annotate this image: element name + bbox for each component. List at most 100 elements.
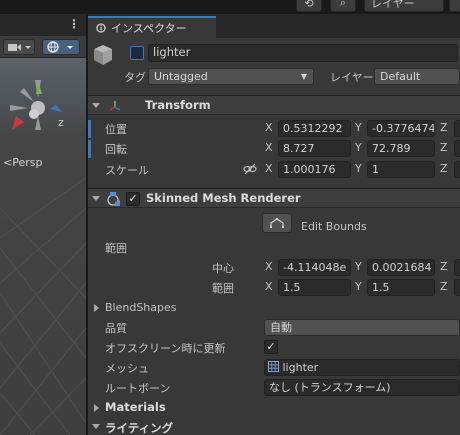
skinned-mesh-icon xyxy=(107,192,120,206)
position-y-field[interactable]: -0.3776474 xyxy=(367,120,435,137)
camera-dropdown[interactable] xyxy=(3,39,35,55)
position-z-axis: Z xyxy=(440,121,448,134)
extent-label: 範囲 xyxy=(212,282,234,295)
rotation-z-field[interactable] xyxy=(454,140,460,157)
rotation-y-field[interactable]: 72.789 xyxy=(367,140,435,157)
renderer-title: Skinned Mesh Renderer xyxy=(146,191,301,205)
scale-x-field[interactable]: 1.000176 xyxy=(278,161,351,178)
mesh-object-value: lighter xyxy=(282,361,319,374)
position-z-field[interactable] xyxy=(454,120,460,137)
mesh-object-field[interactable]: lighter xyxy=(264,359,460,376)
lighting-label[interactable]: ライティング xyxy=(105,420,173,435)
mesh-label: メッシュ xyxy=(105,362,149,375)
renderer-enabled-checkbox[interactable]: ✓ xyxy=(126,192,140,206)
override-indicator xyxy=(88,120,91,138)
materials-label[interactable]: Materials xyxy=(105,400,166,414)
layer-label: レイヤー xyxy=(330,71,374,84)
offscreen-checkbox[interactable]: ✓ xyxy=(264,340,278,354)
history-icon: ⟲ xyxy=(304,0,314,10)
history-button[interactable]: ⟲ xyxy=(296,0,322,12)
orientation-gizmo-icon[interactable] xyxy=(2,72,74,144)
scale-x-axis: X xyxy=(265,162,273,175)
layers-dropdown-label: レイヤー xyxy=(371,0,415,10)
position-y-axis: Y xyxy=(355,121,362,134)
inspector-panel: lighter タグ Untagged ▼ レイヤー Default Trans… xyxy=(88,38,460,435)
rotation-x-axis: X xyxy=(265,141,273,154)
mesh-grid-icon xyxy=(268,361,279,372)
root-bone-field[interactable]: なし (トランスフォーム) xyxy=(264,379,460,396)
layout-button[interactable] xyxy=(449,0,460,12)
camera-icon xyxy=(8,44,31,51)
gizmo-z-label: z xyxy=(58,116,64,129)
extent-y-field[interactable]: 1.5 xyxy=(367,279,435,296)
transform-title: Transform xyxy=(145,98,211,112)
scale-y-field[interactable]: 1 xyxy=(367,161,435,178)
bounds-label: 範囲 xyxy=(105,242,127,255)
rotation-label: 回転 xyxy=(105,143,127,156)
transform-fold-icon[interactable] xyxy=(92,103,100,108)
scene-tab-bar: ⋮ xyxy=(0,14,86,36)
rotation-z-axis: Z xyxy=(440,141,448,154)
globe-icon xyxy=(47,41,73,53)
extent-x-field[interactable]: 1.5 xyxy=(278,279,351,296)
rotation-x-field[interactable]: 8.727 xyxy=(278,140,351,157)
more-options-icon[interactable]: ⋮ xyxy=(68,17,80,31)
lighting-fold-icon[interactable] xyxy=(92,424,100,429)
search-button[interactable]: ⌕ xyxy=(330,0,356,12)
blendshapes-label[interactable]: BlendShapes xyxy=(105,301,177,314)
position-x-axis: X xyxy=(265,121,273,134)
rotation-y-axis: Y xyxy=(355,141,362,154)
blendshapes-fold-icon[interactable] xyxy=(94,304,99,312)
tab-inspector-label: インスペクター xyxy=(111,22,187,35)
transform-axes-icon xyxy=(109,101,121,111)
center-x-field[interactable]: -4.114048e xyxy=(278,259,351,276)
layers-dropdown[interactable]: レイヤー xyxy=(364,0,444,12)
materials-fold-icon[interactable] xyxy=(94,404,99,412)
position-label: 位置 xyxy=(105,123,127,136)
scene-viewport[interactable]: z <Persp xyxy=(0,58,86,435)
position-x-field[interactable]: 0.5312292 xyxy=(278,120,351,137)
chevron-down-icon: ▼ xyxy=(300,72,307,81)
root-bone-label: ルートボーン xyxy=(105,382,171,395)
edit-bounds-label: Edit Bounds xyxy=(301,220,367,233)
edit-bounds-icon xyxy=(270,218,284,228)
quality-label: 品質 xyxy=(105,322,127,335)
top-toolbar: ⟲ ⌕ レイヤー xyxy=(0,0,460,14)
override-indicator xyxy=(88,140,91,158)
info-icon xyxy=(96,23,106,33)
search-icon: ⌕ xyxy=(339,0,347,9)
object-name-field[interactable]: lighter xyxy=(148,44,458,62)
scene-toolbar xyxy=(0,36,86,58)
gizmos-dropdown[interactable] xyxy=(42,39,80,55)
object-active-checkbox[interactable] xyxy=(130,46,144,60)
gameobject-cube-icon xyxy=(94,45,112,65)
transform-header[interactable]: Transform xyxy=(88,95,460,115)
center-z-axis: Z xyxy=(440,260,448,273)
center-y-field[interactable]: 0.0021684 xyxy=(367,259,435,276)
tag-dropdown-value: Untagged xyxy=(154,70,208,83)
center-label: 中心 xyxy=(212,262,234,275)
perspective-label[interactable]: <Persp xyxy=(3,156,42,169)
layer-dropdown[interactable]: Default xyxy=(374,68,460,85)
extent-z-field[interactable] xyxy=(454,279,460,296)
tag-dropdown[interactable]: Untagged ▼ xyxy=(148,68,314,85)
tab-inspector[interactable]: インスペクター xyxy=(88,16,216,38)
extent-x-axis: X xyxy=(265,280,273,293)
scale-z-field[interactable] xyxy=(454,161,460,178)
scale-z-axis: Z xyxy=(440,162,448,175)
quality-dropdown[interactable]: 自動 xyxy=(264,319,460,336)
scale-y-axis: Y xyxy=(355,162,362,175)
offscreen-label: オフスクリーン時に更新 xyxy=(105,342,226,355)
skinned-mesh-renderer-header[interactable]: ✓ Skinned Mesh Renderer xyxy=(88,188,460,208)
link-icon[interactable] xyxy=(243,163,257,175)
tag-label: タグ xyxy=(124,71,146,84)
quality-dropdown-value: 自動 xyxy=(270,321,292,334)
edit-bounds-button[interactable] xyxy=(262,213,292,233)
center-x-axis: X xyxy=(265,260,273,273)
extent-z-axis: Z xyxy=(440,280,448,293)
renderer-fold-icon[interactable] xyxy=(92,196,100,201)
center-y-axis: Y xyxy=(355,260,362,273)
scale-label: スケール xyxy=(105,164,149,177)
center-z-field[interactable] xyxy=(454,259,460,276)
extent-y-axis: Y xyxy=(355,280,362,293)
